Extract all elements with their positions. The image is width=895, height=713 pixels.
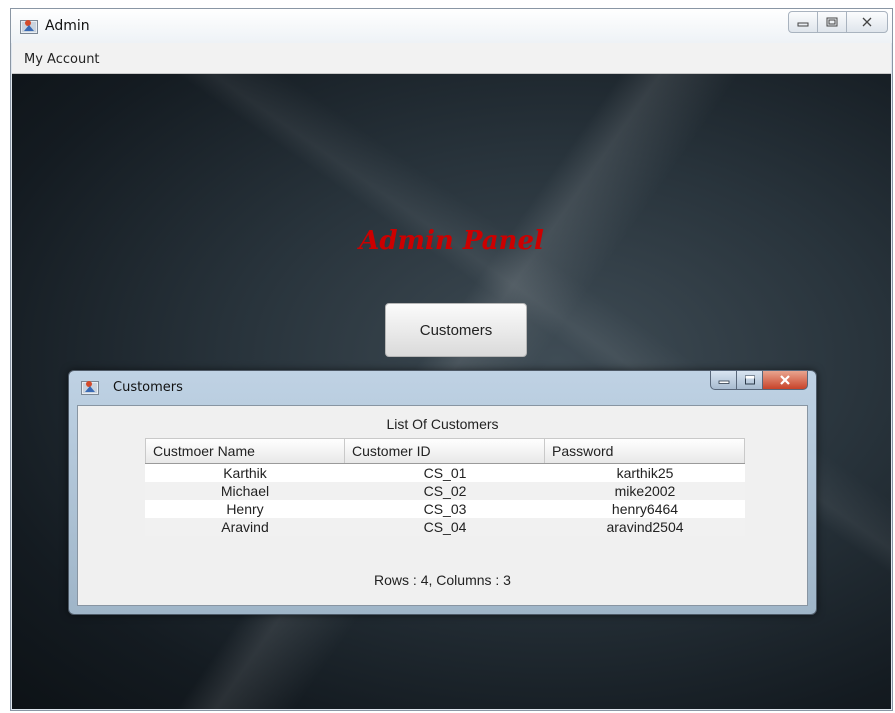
table-cell: CS_01 bbox=[423, 465, 467, 481]
column-header[interactable]: Password bbox=[545, 439, 745, 463]
table-cell: Henry bbox=[226, 501, 264, 517]
table-row[interactable]: Michael CS_02 mike2002 bbox=[145, 482, 745, 500]
table-cell: Michael bbox=[220, 483, 270, 499]
maximize-icon bbox=[744, 375, 755, 385]
customers-dialog: Customers List Of Customers Custmoer Nam… bbox=[68, 370, 817, 615]
table-cell: mike2002 bbox=[614, 483, 676, 499]
maximize-button[interactable] bbox=[817, 11, 847, 33]
column-header[interactable]: Customer ID bbox=[345, 439, 545, 463]
table-row[interactable]: Karthik CS_01 karthik25 bbox=[145, 464, 745, 482]
table-cell: CS_03 bbox=[423, 501, 467, 517]
java-app-icon bbox=[20, 18, 38, 34]
java-app-icon bbox=[81, 379, 99, 395]
close-button[interactable] bbox=[846, 11, 888, 33]
close-icon bbox=[780, 375, 790, 385]
minimize-icon bbox=[797, 22, 809, 27]
window-controls bbox=[788, 11, 888, 33]
menu-my-account[interactable]: My Account bbox=[24, 52, 100, 67]
table-row[interactable]: Henry CS_03 henry6464 bbox=[145, 500, 745, 518]
table-row[interactable]: Aravind CS_04 aravind2504 bbox=[145, 518, 745, 536]
table-cell: Karthik bbox=[223, 465, 267, 481]
minimize-icon bbox=[718, 380, 729, 384]
dialog-controls bbox=[710, 370, 808, 390]
column-header[interactable]: Custmoer Name bbox=[145, 439, 345, 463]
main-titlebar[interactable]: Admin bbox=[11, 9, 892, 43]
customers-table: Custmoer Name Customer ID Password Karth… bbox=[145, 438, 745, 536]
table-cell: henry6464 bbox=[611, 501, 679, 517]
table-header: Custmoer Name Customer ID Password bbox=[145, 438, 745, 464]
dialog-close-button[interactable] bbox=[762, 370, 808, 390]
window-title: Admin bbox=[45, 18, 90, 34]
minimize-button[interactable] bbox=[788, 11, 818, 33]
table-cell: karthik25 bbox=[616, 465, 674, 481]
table-cell: CS_04 bbox=[423, 519, 467, 535]
table-cell: Aravind bbox=[221, 519, 269, 535]
menubar: My Account bbox=[12, 43, 891, 74]
dialog-maximize-button[interactable] bbox=[736, 370, 763, 390]
dialog-title: Customers bbox=[113, 380, 183, 395]
dialog-body: List Of Customers Custmoer Name Customer… bbox=[77, 405, 808, 606]
table-body: Karthik CS_01 karthik25 Michael CS_02 mi… bbox=[145, 464, 745, 536]
close-icon bbox=[862, 17, 872, 27]
admin-panel-title: Admin Panel bbox=[359, 226, 544, 256]
table-cell: CS_02 bbox=[423, 483, 467, 499]
list-heading: List Of Customers bbox=[386, 416, 499, 432]
rows-columns-status: Rows : 4, Columns : 3 bbox=[374, 572, 511, 588]
restore-icon bbox=[826, 17, 838, 27]
dialog-minimize-button[interactable] bbox=[710, 370, 737, 390]
table-cell: aravind2504 bbox=[606, 519, 684, 535]
customers-button[interactable]: Customers bbox=[385, 303, 527, 357]
